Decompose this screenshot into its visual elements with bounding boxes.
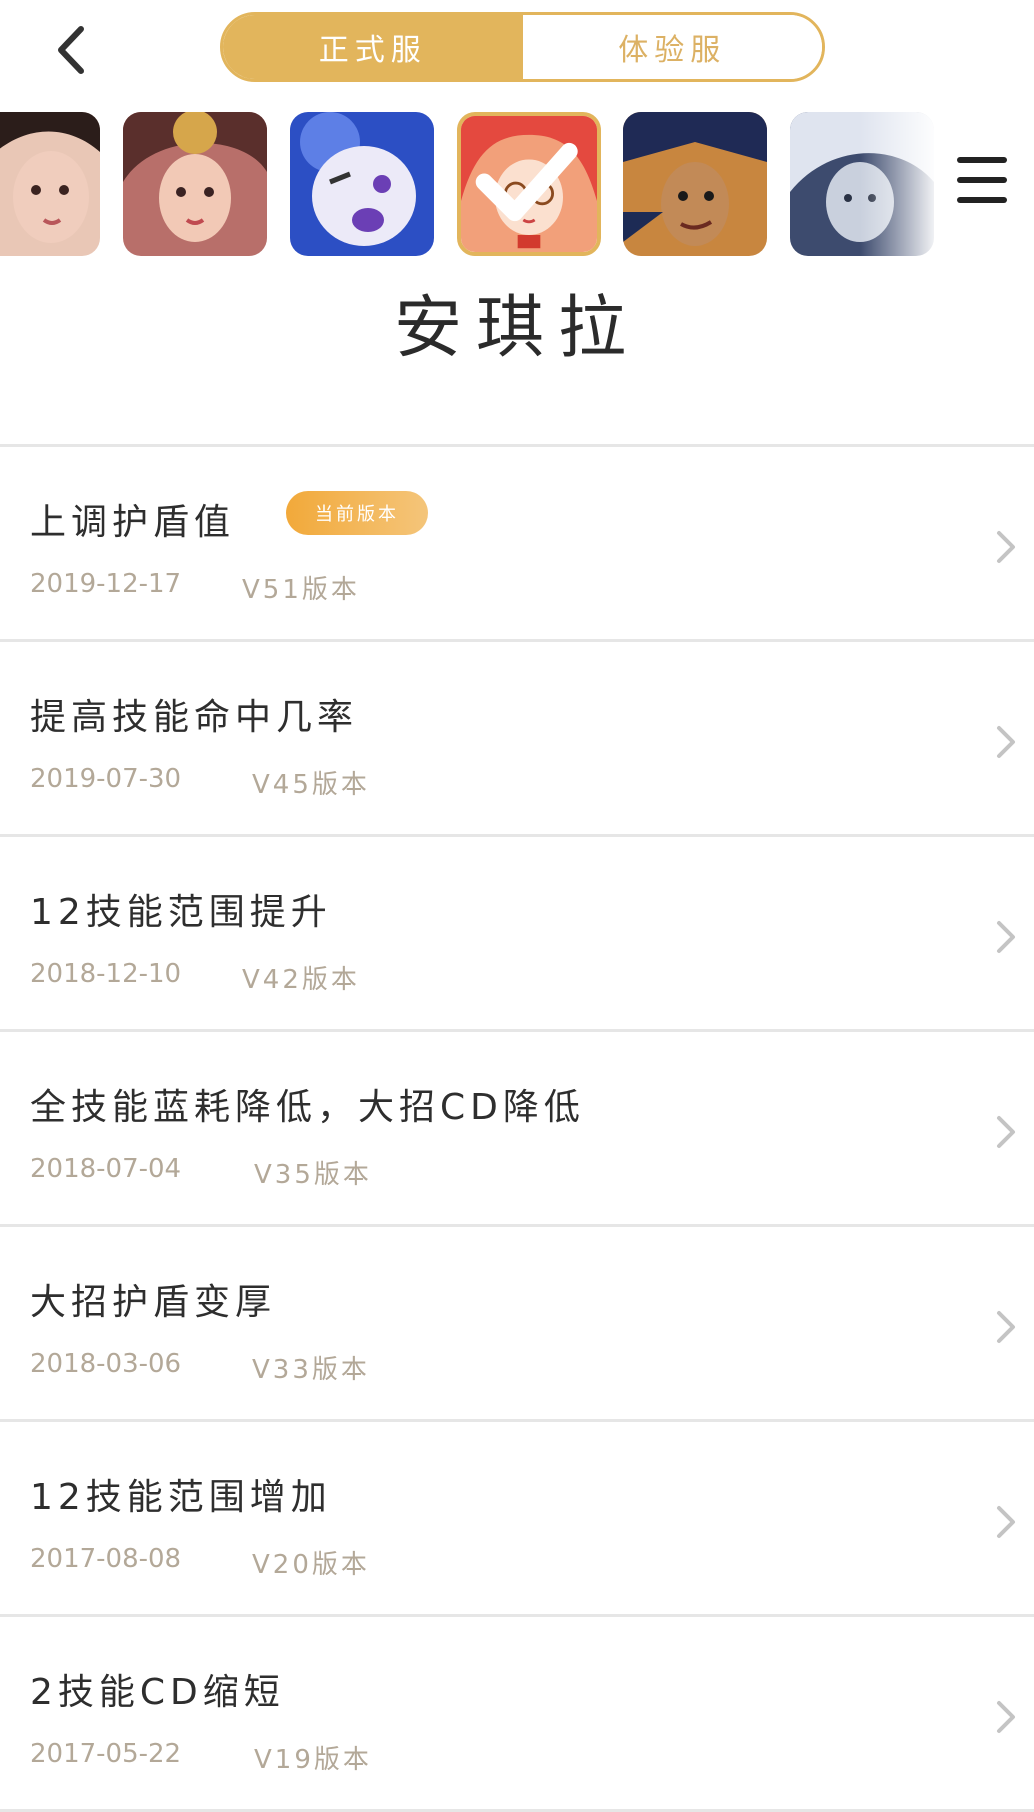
change-date: 2018-07-04 (30, 1154, 182, 1184)
tab-experience-server[interactable]: 体验服 (522, 15, 822, 79)
hero-avatar[interactable] (623, 112, 767, 256)
change-title: 上调护盾值 (30, 502, 236, 543)
hero-name-title: 安琪拉 (393, 289, 640, 368)
chevron-right-icon (997, 1116, 1015, 1148)
chevron-right-icon (997, 726, 1015, 758)
change-title: 2技能CD缩短 (30, 1672, 285, 1713)
change-version: V20版本 (252, 1550, 370, 1580)
list-item[interactable]: 提高技能命中几率 2019-07-30 V45版本 (0, 642, 1034, 837)
checkmark-icon (475, 142, 578, 222)
change-title: 12技能范围提升 (30, 892, 332, 933)
change-version: V45版本 (252, 770, 370, 800)
back-button[interactable] (40, 20, 100, 80)
change-version: V33版本 (252, 1355, 370, 1385)
list-item[interactable]: 12技能范围提升 2018-12-10 V42版本 (0, 837, 1034, 1032)
hero-avatar[interactable] (123, 112, 267, 256)
hero-avatar-selected[interactable] (457, 112, 601, 256)
hero-carousel[interactable] (0, 110, 940, 260)
change-date: 2017-05-22 (30, 1739, 182, 1769)
change-date: 2019-12-17 (30, 569, 182, 599)
change-version: V42版本 (242, 965, 360, 995)
change-date: 2017-08-08 (30, 1544, 182, 1574)
change-date: 2018-12-10 (30, 959, 182, 989)
change-version: V19版本 (254, 1745, 372, 1775)
change-title: 全技能蓝耗降低，大招CD降低 (30, 1087, 585, 1128)
top-bar: 正式服 体验服 (0, 0, 1034, 100)
server-switch: 正式服 体验服 (220, 12, 825, 82)
change-title: 大招护盾变厚 (30, 1282, 277, 1323)
change-title: 提高技能命中几率 (30, 697, 359, 738)
list-item[interactable]: 大招护盾变厚 2018-03-06 V33版本 (0, 1227, 1034, 1422)
chevron-right-icon (997, 1311, 1015, 1343)
chevron-right-icon (997, 1701, 1015, 1733)
chevron-right-icon (997, 921, 1015, 953)
hero-avatar[interactable] (790, 112, 934, 256)
change-date: 2019-07-30 (30, 764, 182, 794)
hamburger-menu-icon (957, 177, 1007, 183)
change-title: 12技能范围增加 (30, 1477, 332, 1518)
current-version-badge: 当前版本 (286, 491, 428, 535)
hamburger-menu-icon (957, 157, 1007, 163)
change-version: V51版本 (242, 575, 360, 605)
chevron-right-icon (997, 531, 1015, 563)
hero-portrait-image (123, 112, 267, 256)
change-history-list: 上调护盾值 当前版本 2019-12-17 V51版本 提高技能命中几率 201… (0, 444, 1034, 1812)
change-date: 2018-03-06 (30, 1349, 182, 1379)
hero-portrait-image (0, 112, 100, 256)
change-version: V35版本 (254, 1160, 372, 1190)
hero-portrait-image (790, 112, 934, 256)
hero-portrait-image (290, 112, 434, 256)
list-item[interactable]: 上调护盾值 当前版本 2019-12-17 V51版本 (0, 447, 1034, 642)
hero-list-menu-button[interactable] (955, 155, 1011, 207)
list-item[interactable]: 全技能蓝耗降低，大招CD降低 2018-07-04 V35版本 (0, 1032, 1034, 1227)
chevron-right-icon (997, 1506, 1015, 1538)
hero-avatar[interactable] (290, 112, 434, 256)
tab-official-server[interactable]: 正式服 (223, 15, 523, 79)
hero-avatar[interactable] (0, 112, 100, 256)
list-item[interactable]: 12技能范围增加 2017-08-08 V20版本 (0, 1422, 1034, 1617)
hero-portrait-image (623, 112, 767, 256)
chevron-left-icon (58, 26, 84, 74)
list-item[interactable]: 2技能CD缩短 2017-05-22 V19版本 (0, 1617, 1034, 1812)
hamburger-menu-icon (957, 197, 1007, 203)
